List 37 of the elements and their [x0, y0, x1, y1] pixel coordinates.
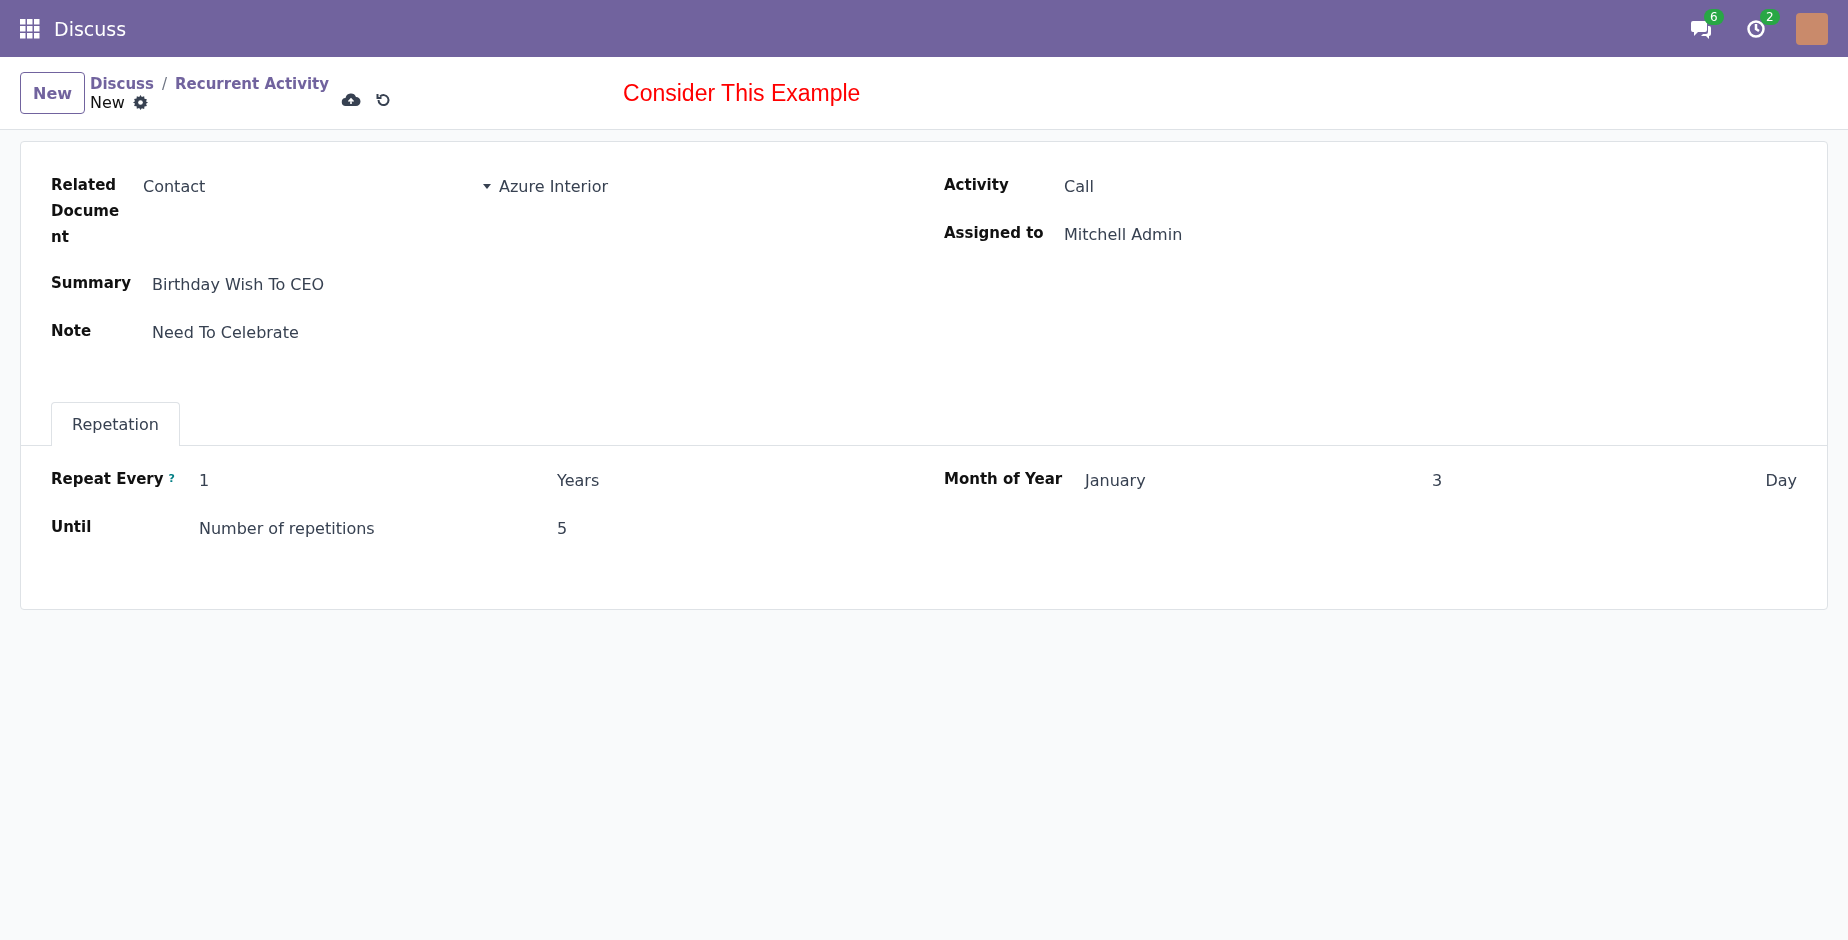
clock-icon[interactable] [1746, 18, 1766, 39]
new-button[interactable]: New [20, 72, 86, 114]
help-tooltip[interactable]: ? [168, 466, 175, 492]
until-select[interactable]: Number of repetitions [199, 514, 557, 542]
field-label: Assigned to [944, 223, 1045, 244]
breadcrumb-link[interactable]: Discuss [90, 74, 154, 93]
field-value[interactable]: Mitchell Admin [1064, 220, 1183, 248]
unit-select[interactable]: Years [557, 466, 600, 494]
tab[interactable]: Repetation [51, 402, 180, 446]
apps-menu-icon[interactable] [20, 18, 40, 39]
app-name[interactable]: Discuss [54, 17, 127, 40]
field-label: Repeat Every $^{?}$ [51, 466, 199, 492]
field-value[interactable]: 5 [557, 514, 568, 542]
field-label: Related Document [51, 175, 121, 248]
field-label: Activity [944, 175, 1010, 196]
field-value[interactable]: Call [1064, 172, 1094, 200]
field-value[interactable]: 1 [199, 466, 557, 494]
field-value[interactable]: 3 [1432, 466, 1443, 494]
chat-icon[interactable] [1690, 18, 1712, 39]
model-select[interactable]: Contact [143, 172, 483, 200]
message-count-badge: 6 [1704, 8, 1724, 25]
field-label: Note [51, 321, 93, 342]
field-label: Month of Year [944, 469, 1064, 490]
breadcrumb-link[interactable]: Recurrent Activity [175, 74, 330, 93]
record-field[interactable]: Azure Interior [499, 172, 608, 200]
gear-icon[interactable] [132, 94, 148, 110]
caret-icon[interactable] [483, 184, 491, 189]
field-label: Summary [51, 273, 133, 294]
field-value[interactable]: Need To Celebrate [152, 318, 299, 346]
field-value[interactable]: Birthday Wish To CEO [152, 270, 325, 298]
field-label: Until [51, 517, 93, 538]
activity-count-badge: 2 [1760, 8, 1780, 25]
breadcrumb-separator: / [162, 74, 168, 93]
month-select[interactable]: January [1085, 466, 1432, 494]
field-label: Day [1765, 470, 1797, 492]
annotation-text: Consider This Example [623, 79, 861, 107]
record-name: New [90, 92, 125, 112]
